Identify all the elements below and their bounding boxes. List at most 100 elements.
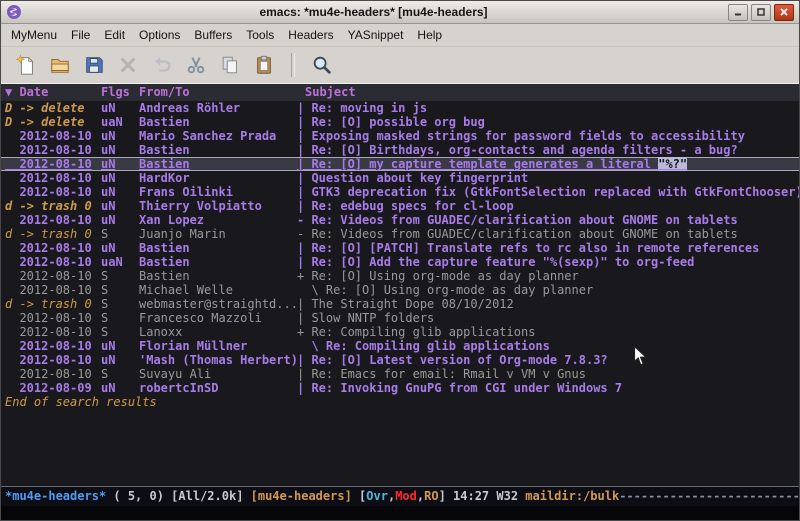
message-row[interactable]: 2012-08-10SSuvayu Ali| Re: Emacs for ema… xyxy=(1,367,799,381)
column-header-flags[interactable]: Flgs xyxy=(101,84,139,101)
message-row[interactable]: d -> trash 0uNThierry Volpiatto| Re: ede… xyxy=(1,199,799,213)
column-header-date[interactable]: ▼ Date xyxy=(1,84,101,101)
column-header-from[interactable]: From/To xyxy=(139,84,297,101)
minimize-button[interactable] xyxy=(728,4,748,21)
message-flags: S xyxy=(101,283,139,297)
message-date: 2012-08-10 xyxy=(1,213,101,227)
message-flags: uaN xyxy=(101,115,139,129)
message-row[interactable]: 2012-08-10uNBastien| Re: [O] [PATCH] Tra… xyxy=(1,241,799,255)
save-icon[interactable] xyxy=(80,51,108,79)
emacs-app-icon xyxy=(6,4,22,20)
message-list: D -> deleteuNAndreas Röhler| Re: moving … xyxy=(1,101,799,395)
message-row[interactable]: d -> trash 0SJuanjo Marin- Re: Videos fr… xyxy=(1,227,799,241)
echo-area[interactable] xyxy=(1,506,799,520)
message-flags: uN xyxy=(101,199,139,213)
message-flags: uN xyxy=(101,213,139,227)
message-row[interactable]: 2012-08-10uN'Mash (Thomas Herbert)| Re: … xyxy=(1,353,799,367)
modeline-segment: *mu4e-headers* xyxy=(5,489,106,503)
menu-item-headers[interactable]: Headers xyxy=(281,26,340,44)
message-row[interactable]: 2012-08-10uaNBastien| Re: [O] Add the ca… xyxy=(1,255,799,269)
message-subject: \ Re: Compiling glib applications xyxy=(297,339,799,353)
message-from: Bastien xyxy=(139,143,297,157)
message-from: Xan Lopez xyxy=(139,213,297,227)
message-row[interactable]: D -> deleteuaNBastien| Re: [O] possible … xyxy=(1,115,799,129)
message-subject: | Question about key fingerprint xyxy=(297,171,799,185)
message-row[interactable]: 2012-08-09uNrobertcInSD| Re: Invoking Gn… xyxy=(1,381,799,395)
window-controls xyxy=(725,4,794,21)
open-file-icon[interactable] xyxy=(46,51,74,79)
message-from: Juanjo Marin xyxy=(139,227,297,241)
maximize-button[interactable] xyxy=(751,4,771,21)
message-mark: D -> delete xyxy=(1,101,101,115)
menu-item-help[interactable]: Help xyxy=(410,26,449,44)
message-row[interactable]: 2012-08-10SFrancesco Mazzoli| Slow NNTP … xyxy=(1,311,799,325)
message-subject: | Re: edebug specs for cl-loop xyxy=(297,199,799,213)
copy-icon[interactable] xyxy=(216,51,244,79)
message-from: Mario Sanchez Prada xyxy=(139,129,297,143)
message-date: 2012-08-10 xyxy=(1,311,101,325)
message-date: 2012-08-10 xyxy=(1,325,101,339)
message-from: webmaster@straightd... xyxy=(139,297,297,311)
message-from: robertcInSD xyxy=(139,381,297,395)
paste-icon[interactable] xyxy=(250,51,278,79)
message-flags: uaN xyxy=(101,255,139,269)
message-date: 2012-08-10 xyxy=(1,241,101,255)
message-flags: uN xyxy=(101,157,139,171)
message-row[interactable]: D -> deleteuNAndreas Röhler| Re: moving … xyxy=(1,101,799,115)
message-row[interactable]: 2012-08-10SBastien+ Re: [O] Using org-mo… xyxy=(1,269,799,283)
message-flags: uN xyxy=(101,101,139,115)
toolbar xyxy=(1,47,799,84)
message-from: Frans Oilinki xyxy=(139,185,297,199)
message-row[interactable]: 2012-08-10uNXan Lopez- Re: Videos from G… xyxy=(1,213,799,227)
message-subject: | Re: [O] Latest version of Org-mode 7.8… xyxy=(297,353,799,367)
message-flags: S xyxy=(101,311,139,325)
message-date: 2012-08-10 xyxy=(1,255,101,269)
message-row[interactable]: d -> trash 0Swebmaster@straightd...| The… xyxy=(1,297,799,311)
message-subject: | Re: [O] possible org bug xyxy=(297,115,799,129)
search-icon[interactable] xyxy=(308,51,336,79)
cut-icon[interactable] xyxy=(182,51,210,79)
menu-item-options[interactable]: Options xyxy=(132,26,187,44)
message-from: Francesco Mazzoli xyxy=(139,311,297,325)
message-row[interactable]: 2012-08-10uNHardKor| Question about key … xyxy=(1,171,799,185)
message-row[interactable]: 2012-08-10uNFrans Oilinki| GTK3 deprecat… xyxy=(1,185,799,199)
message-from: Bastien xyxy=(139,255,297,269)
message-date: 2012-08-10 xyxy=(1,157,101,171)
message-date: 2012-08-10 xyxy=(1,129,101,143)
message-date: 2012-08-10 xyxy=(1,269,101,283)
message-flags: S xyxy=(101,325,139,339)
modeline-segment: [ xyxy=(352,489,366,503)
message-from: Florian Müllner xyxy=(139,339,297,353)
title-bar: emacs: *mu4e-headers* [mu4e-headers] xyxy=(1,1,799,24)
message-flags: uN xyxy=(101,143,139,157)
message-from: Andreas Röhler xyxy=(139,101,297,115)
message-row[interactable]: 2012-08-10uNBastien| Re: [O] my capture … xyxy=(1,157,799,171)
message-mark: d -> trash 0 xyxy=(1,199,101,213)
message-row[interactable]: 2012-08-10SLanoxx+ Re: Compiling glib ap… xyxy=(1,325,799,339)
menu-item-tools[interactable]: Tools xyxy=(239,26,281,44)
modeline-segment: ----------------------------------------… xyxy=(619,489,799,503)
menu-item-buffers[interactable]: Buffers xyxy=(187,26,239,44)
message-subject: | GTK3 deprecation fix (GtkFontSelection… xyxy=(297,185,799,199)
message-from: Thierry Volpiatto xyxy=(139,199,297,213)
menu-item-mymenu[interactable]: MyMenu xyxy=(4,26,64,44)
menu-item-file[interactable]: File xyxy=(64,26,97,44)
message-row[interactable]: 2012-08-10uNFlorian Müllner \ Re: Compil… xyxy=(1,339,799,353)
column-header-subject[interactable]: Subject xyxy=(297,84,799,101)
message-row[interactable]: 2012-08-10SMichael Welle \ Re: [O] Using… xyxy=(1,283,799,297)
modeline-segment: Mod xyxy=(395,489,417,503)
new-file-icon[interactable] xyxy=(12,51,40,79)
menu-item-yasnippet[interactable]: YASnippet xyxy=(341,26,411,44)
header-line: ▼ Date Flgs From/To Subject xyxy=(1,84,799,101)
menu-item-edit[interactable]: Edit xyxy=(97,26,132,44)
message-row[interactable]: 2012-08-10uNBastien| Re: [O] Birthdays, … xyxy=(1,143,799,157)
message-subject: | The Straight Dope 08/10/2012 xyxy=(297,297,799,311)
mu4e-headers-buffer: ▼ Date Flgs From/To Subject D -> deleteu… xyxy=(1,84,799,486)
message-row[interactable]: 2012-08-10uNMario Sanchez Prada| Exposin… xyxy=(1,129,799,143)
message-date: 2012-08-10 xyxy=(1,143,101,157)
mode-line: *mu4e-headers* ( 5, 0) [All/2.0k] [mu4e-… xyxy=(1,486,799,506)
cursor-highlight: "%?" xyxy=(658,157,687,171)
message-subject: \ Re: [O] Using org-mode as day planner xyxy=(297,283,799,297)
close-button[interactable] xyxy=(774,4,794,21)
message-date: 2012-08-10 xyxy=(1,339,101,353)
